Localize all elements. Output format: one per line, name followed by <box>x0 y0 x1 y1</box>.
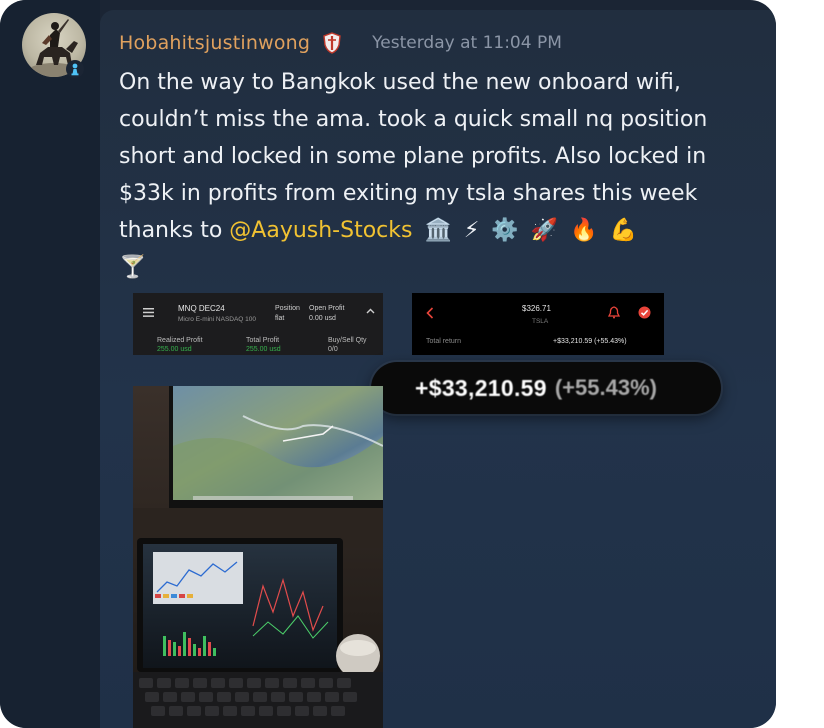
fire-emoji: 🔥 <box>570 218 598 243</box>
alert-bell-icon[interactable] <box>608 306 620 319</box>
back-arrow-icon[interactable] <box>426 307 434 319</box>
chat-card: Hobahitsjustinwong Yesterday at 11:04 PM… <box>0 0 776 728</box>
status-badge <box>66 60 84 78</box>
chess-pawn-icon <box>71 63 79 76</box>
cocktail-emoji: 🍸 <box>119 255 147 280</box>
message-body: On the way to Bangkok used the new onboa… <box>119 64 759 286</box>
total-return-zoom-callout: +$33,210.59 (+55.43%) <box>371 362 721 414</box>
chevron-up-icon[interactable] <box>366 308 375 314</box>
zoom-return-amount: +$33,210.59 <box>415 374 547 401</box>
stock-ticker: TSLA <box>532 318 549 325</box>
total-profit-value: 255.00 usd <box>246 346 281 353</box>
rocket-emoji: 🚀 <box>530 218 559 243</box>
futures-position-screenshot[interactable]: MNQ DEC24 Micro E-mini NASDAQ 100 Positi… <box>133 293 383 355</box>
user-mention[interactable]: @Aayush-Stocks <box>229 218 412 243</box>
gear-emoji: ⚙️ <box>491 218 519 243</box>
left-gutter <box>0 0 100 728</box>
check-circle-icon[interactable] <box>638 306 651 319</box>
message-header: Hobahitsjustinwong Yesterday at 11:04 PM <box>119 30 562 56</box>
position-label: Position <box>275 305 300 312</box>
symbol-label: MNQ DEC24 <box>178 304 225 313</box>
flexed-biceps-emoji: 💪 <box>609 218 637 243</box>
total-return-value: +$33,210.59 (+55.43%) <box>553 338 627 345</box>
buysell-qty-value: 0/0 <box>328 346 338 353</box>
username[interactable]: Hobahitsjustinwong <box>119 32 310 54</box>
position-value: flat <box>275 315 285 322</box>
open-profit-value: 0.00 usd <box>309 315 336 322</box>
hamburger-menu-icon <box>143 308 154 317</box>
realized-profit-label: Realized Profit <box>157 337 203 344</box>
total-profit-label: Total Profit <box>246 337 280 344</box>
realized-profit-value: 255.00 usd <box>157 346 192 353</box>
lightning-emoji: ⚡ <box>463 218 480 243</box>
symbol-description: Micro E-mini NASDAQ 100 <box>178 316 257 323</box>
stock-price: $326.71 <box>522 304 551 313</box>
classical-building-emoji: 🏛️ <box>424 218 452 243</box>
open-profit-label: Open Profit <box>309 305 345 312</box>
buysell-qty-label: Buy/Sell Qty <box>328 337 367 344</box>
airplane-laptop-photo[interactable] <box>133 386 383 728</box>
zoom-return-percent: (+55.43%) <box>554 375 657 400</box>
shield-badge-icon[interactable] <box>322 32 342 54</box>
total-return-label: Total return <box>426 338 462 345</box>
stock-return-screenshot[interactable]: $326.71 TSLA Total return +$33,210.59 (+… <box>412 293 664 355</box>
message-timestamp: Yesterday at 11:04 PM <box>372 33 562 53</box>
photo-image <box>133 386 383 728</box>
